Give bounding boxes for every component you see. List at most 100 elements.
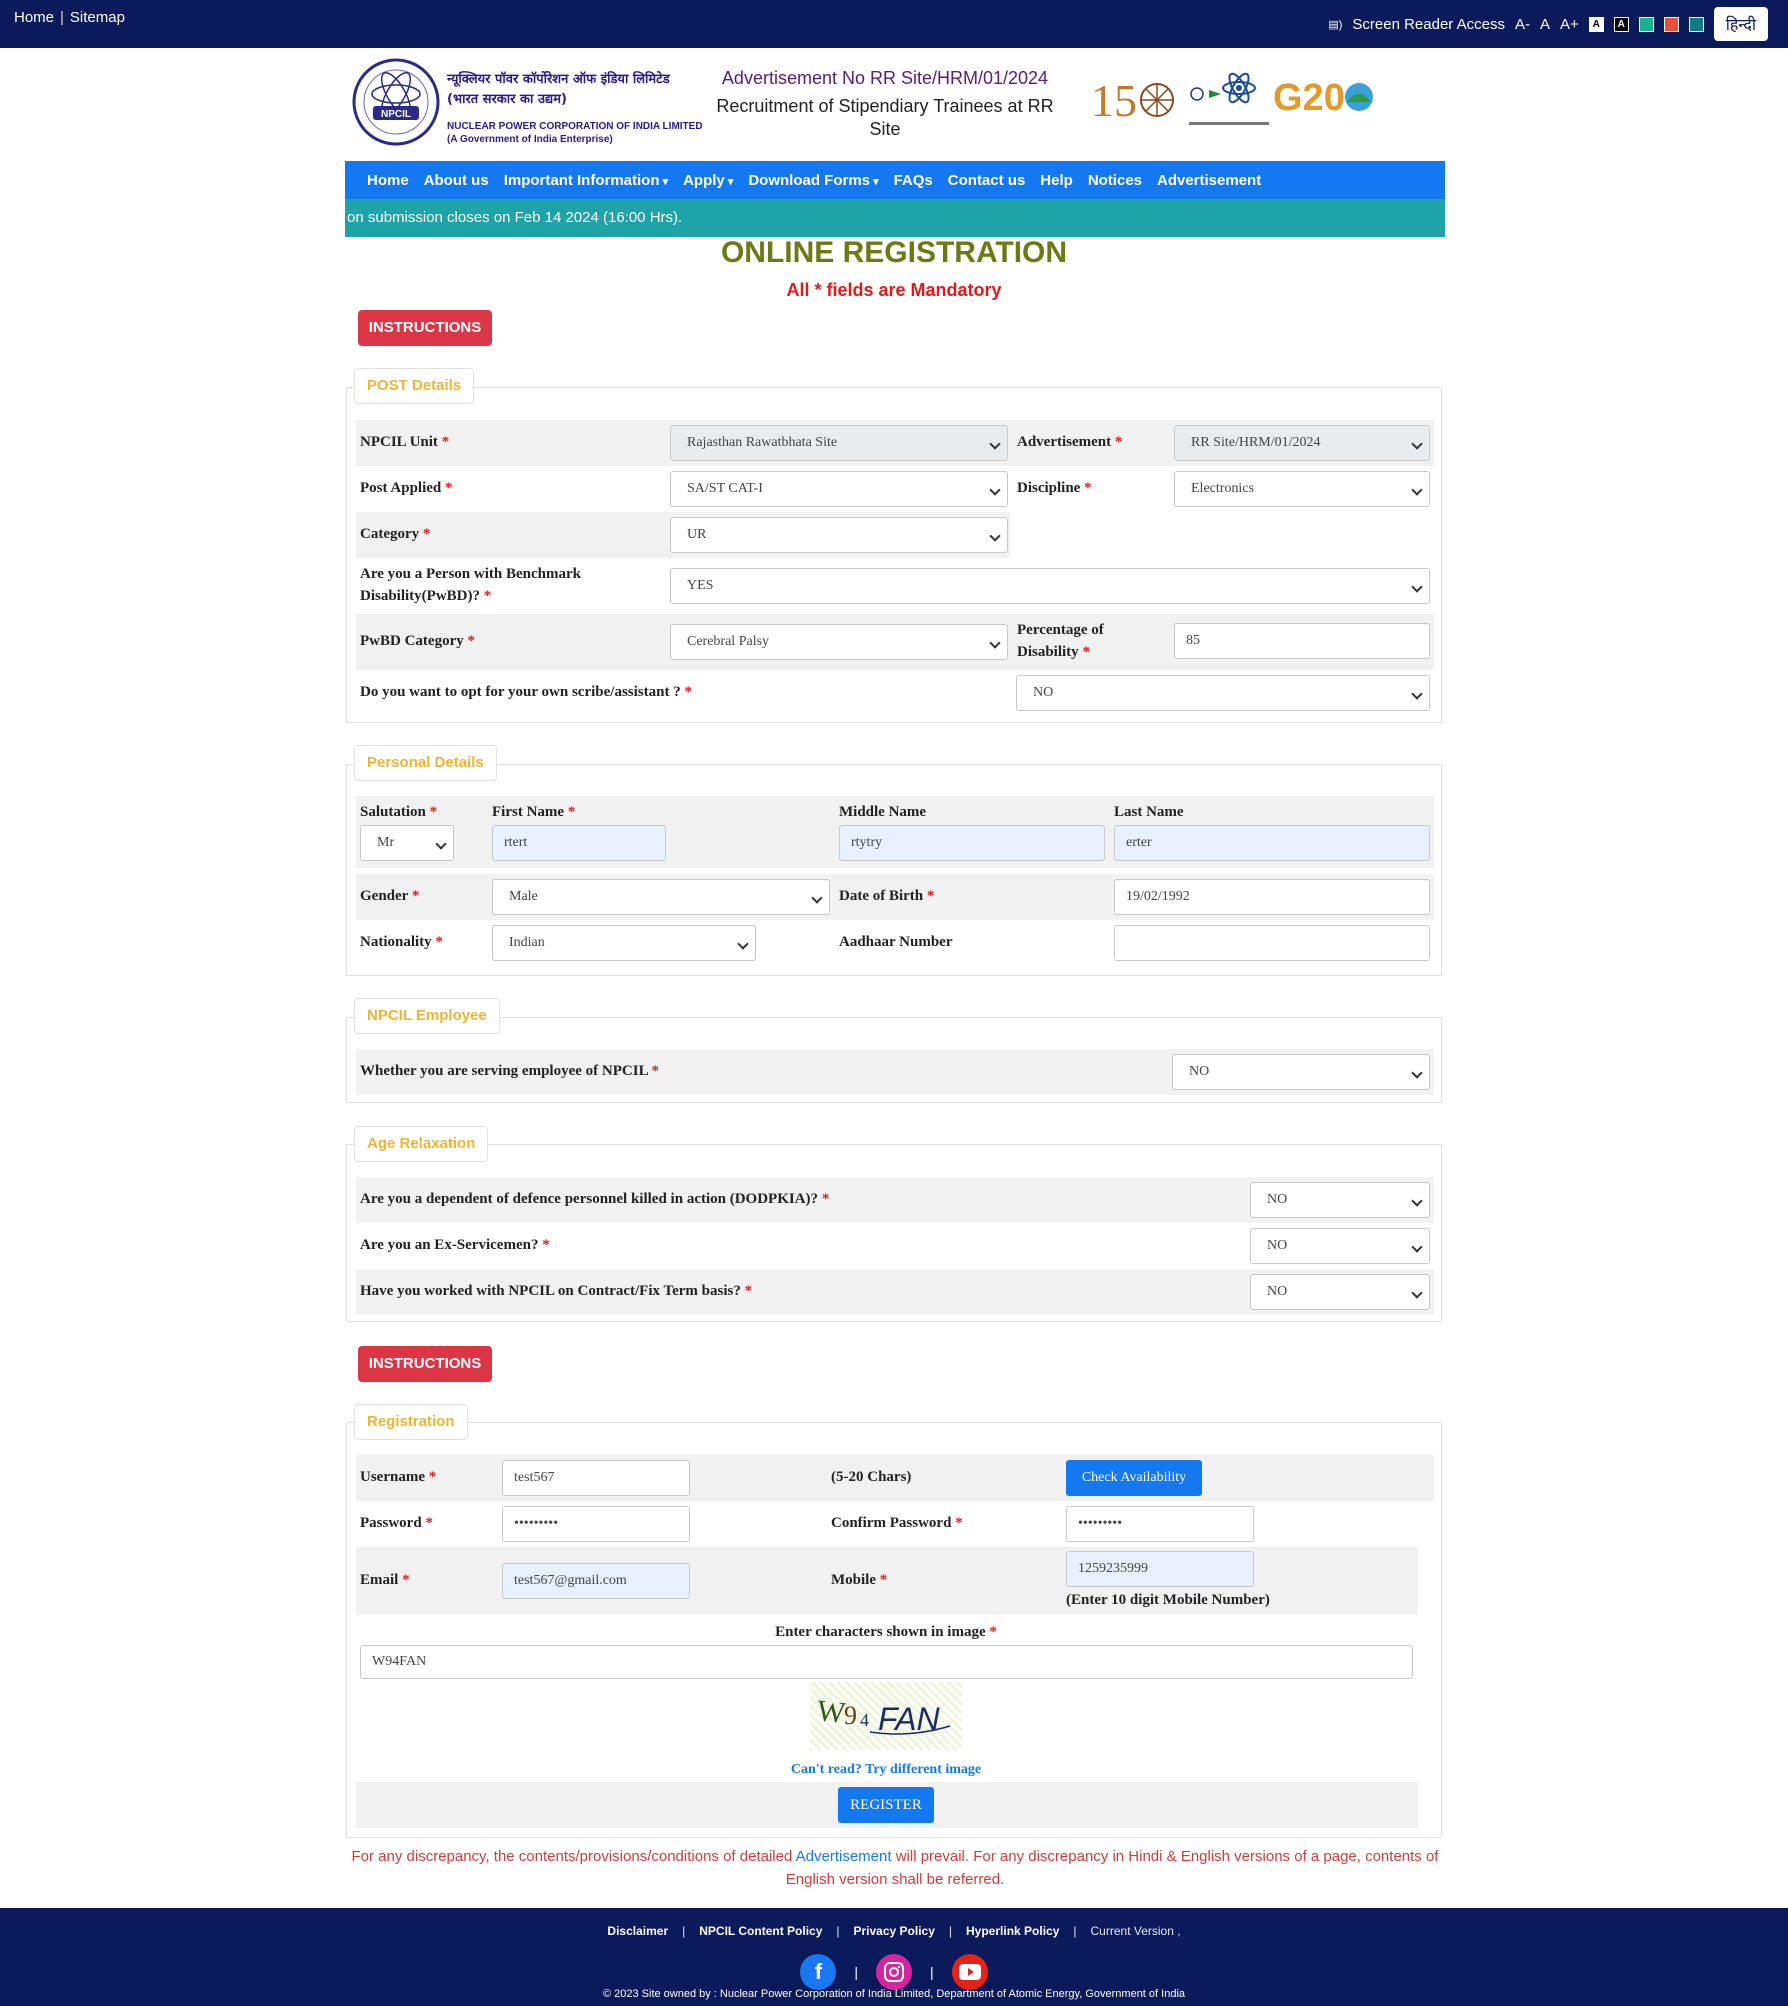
discipline-select[interactable]: Electronics <box>1174 471 1430 507</box>
form-row: NPCIL Unit * Rajasthan Rawatbhata Site A… <box>356 420 1434 466</box>
nav-about-us[interactable]: About us <box>424 172 489 189</box>
footer-disclaimer-link[interactable]: Disclaimer <box>607 1924 668 1938</box>
font-increase-button[interactable]: A+ <box>1560 16 1579 33</box>
hindi-language-button[interactable]: हिन्दी <box>1713 7 1768 41</box>
dob-label: Date of Birth * <box>839 888 935 904</box>
password-input[interactable]: ••••••••• <box>502 1506 690 1542</box>
form-row: Salutation * Mr First Name * rtert Middl… <box>356 796 1434 868</box>
category-select[interactable]: UR <box>670 517 1008 553</box>
scribe-label: Do you want to opt for your own scribe/a… <box>360 684 692 700</box>
nav-faqs[interactable]: FAQs <box>894 172 933 189</box>
check-availability-button[interactable]: Check Availability <box>1066 1460 1202 1496</box>
form-row: Category * UR <box>356 512 1010 558</box>
npcil-unit-select[interactable]: Rajasthan Rawatbhata Site <box>670 425 1008 461</box>
form-row: REGISTER <box>356 1782 1418 1828</box>
mobile-input[interactable]: 1259235999 <box>1066 1551 1254 1587</box>
disclaimer-text: For any discrepancy, the contents/provis… <box>345 1845 1445 1891</box>
announcement-marquee: on submission closes on Feb 14 2024 (16:… <box>345 199 1445 237</box>
advertisement-select[interactable]: RR Site/HRM/01/2024 <box>1174 425 1430 461</box>
salutation-select[interactable]: Mr <box>360 825 454 861</box>
facebook-icon[interactable]: f <box>800 1954 837 1990</box>
top-home-link[interactable]: Home <box>14 9 54 26</box>
dodpkia-label: Are you a dependent of defence personnel… <box>360 1191 830 1207</box>
site-header: NPCIL न्यूक्लियर पॉवर कॉर्पोरेशन ऑफ इंडि… <box>345 48 1445 160</box>
first-name-input[interactable]: rtert <box>492 825 666 861</box>
svg-text:4: 4 <box>860 1710 869 1730</box>
first-name-label: First Name * <box>492 804 576 820</box>
refresh-captcha-link[interactable]: Can't read? Try different image <box>0 1759 1772 1781</box>
register-button[interactable]: REGISTER <box>838 1787 934 1823</box>
nav-important-information[interactable]: Important Information <box>504 172 668 189</box>
top-sitemap-link[interactable]: Sitemap <box>70 9 125 26</box>
password-label: Password * <box>360 1515 433 1531</box>
middle-name-input[interactable]: rtytry <box>839 825 1105 861</box>
pwbd-category-select[interactable]: Cerebral Palsy <box>670 624 1008 660</box>
gender-label: Gender * <box>360 888 420 904</box>
nav-advertisement[interactable]: Advertisement <box>1157 172 1261 189</box>
nav-notices[interactable]: Notices <box>1088 172 1142 189</box>
contract-work-label: Have you worked with NPCIL on Contract/F… <box>360 1283 753 1299</box>
gender-select[interactable]: Male <box>492 879 830 915</box>
theme-teal-button[interactable] <box>1688 16 1704 32</box>
theme-green-button[interactable] <box>1638 16 1654 32</box>
percentage-disability-input[interactable]: 85 <box>1174 623 1430 659</box>
form-row: Do you want to opt for your own scribe/a… <box>356 670 1434 716</box>
divider: | <box>60 9 64 26</box>
contract-work-select[interactable]: NO <box>1250 1274 1430 1310</box>
screen-reader-link[interactable]: Screen Reader Access <box>1352 16 1505 33</box>
copyright-text: © 2023 Site owned by : Nuclear Power Cor… <box>602 1988 1186 2000</box>
form-row: Username * test567 (5-20 Chars) Check Av… <box>356 1455 1434 1501</box>
advertisement-link[interactable]: Advertisement <box>796 1848 892 1865</box>
email-input[interactable]: test567@gmail.com <box>502 1563 690 1599</box>
nav-home[interactable]: Home <box>367 172 409 189</box>
nav-apply[interactable]: Apply <box>683 172 733 189</box>
category-label: Category * <box>360 526 431 542</box>
youtube-icon[interactable] <box>951 1954 988 1990</box>
npcil-employee-select[interactable]: NO <box>1172 1054 1430 1090</box>
instagram-icon[interactable] <box>876 1954 912 1990</box>
aadhaar-input[interactable] <box>1114 925 1430 961</box>
dodpkia-select[interactable]: NO <box>1250 1182 1430 1218</box>
form-row: PwBD Category * Cerebral Palsy Percentag… <box>356 614 1434 670</box>
dob-input[interactable]: 19/02/1992 <box>1114 879 1430 915</box>
npcil-logo[interactable]: NPCIL <box>351 54 441 154</box>
username-label: Username * <box>360 1469 437 1485</box>
font-decrease-button[interactable]: A- <box>1515 16 1530 33</box>
post-applied-select[interactable]: SA/ST CAT-I <box>670 471 1008 507</box>
form-row: Post Applied * SA/ST CAT-I Discipline * … <box>356 466 1434 512</box>
confirm-password-label: Confirm Password * <box>831 1515 963 1531</box>
post-details-legend: POST Details <box>354 368 475 404</box>
email-label: Email * <box>360 1572 410 1588</box>
form-row: Are you a Person with Benchmark Disabili… <box>356 558 1434 614</box>
footer-content-policy-link[interactable]: NPCIL Content Policy <box>699 1924 822 1938</box>
theme-red-button[interactable] <box>1663 16 1679 32</box>
nav-help[interactable]: Help <box>1040 172 1073 189</box>
captcha-input[interactable]: W94FAN <box>360 1645 1413 1679</box>
page-title: ONLINE REGISTRATION <box>720 236 1068 269</box>
org-name-hindi: न्यूक्लियर पॉवर कॉर्पोरेशन ऑफ इंडिया लिम… <box>447 70 670 110</box>
pwbd-select[interactable]: YES <box>670 568 1430 604</box>
username-input[interactable]: test567 <box>502 1460 690 1496</box>
nav-download-forms[interactable]: Download Forms <box>748 172 878 189</box>
advertisement-label: Advertisement * <box>1017 434 1123 450</box>
last-name-input[interactable]: erter <box>1114 825 1430 861</box>
scribe-select[interactable]: NO <box>1016 675 1430 711</box>
confirm-password-input[interactable]: ••••••••• <box>1066 1506 1254 1542</box>
nationality-select[interactable]: Indian <box>492 925 756 961</box>
instructions-button[interactable]: INSTRUCTIONS <box>358 310 492 346</box>
contrast-dark-button[interactable]: A <box>1613 16 1629 32</box>
ex-servicemen-select[interactable]: NO <box>1250 1228 1430 1264</box>
npcil-employee-legend: NPCIL Employee <box>354 998 500 1034</box>
divider: | <box>930 1964 934 1980</box>
font-normal-button[interactable]: A <box>1540 16 1550 33</box>
footer-hyperlink-policy-link[interactable]: Hyperlink Policy <box>966 1924 1059 1938</box>
age-relaxation-legend: Age Relaxation <box>354 1126 489 1162</box>
form-row: Have you worked with NPCIL on Contract/F… <box>356 1269 1434 1315</box>
form-row: Nationality * Indian Aadhaar Number <box>356 920 1434 966</box>
instructions-button[interactable]: INSTRUCTIONS <box>358 1346 492 1382</box>
form-row: Whether you are serving employee of NPCI… <box>356 1049 1434 1095</box>
contrast-normal-button[interactable]: A <box>1588 16 1604 32</box>
nav-contact-us[interactable]: Contact us <box>948 172 1026 189</box>
ex-servicemen-label: Are you an Ex-Servicemen? * <box>360 1237 550 1253</box>
footer-privacy-policy-link[interactable]: Privacy Policy <box>854 1924 935 1938</box>
